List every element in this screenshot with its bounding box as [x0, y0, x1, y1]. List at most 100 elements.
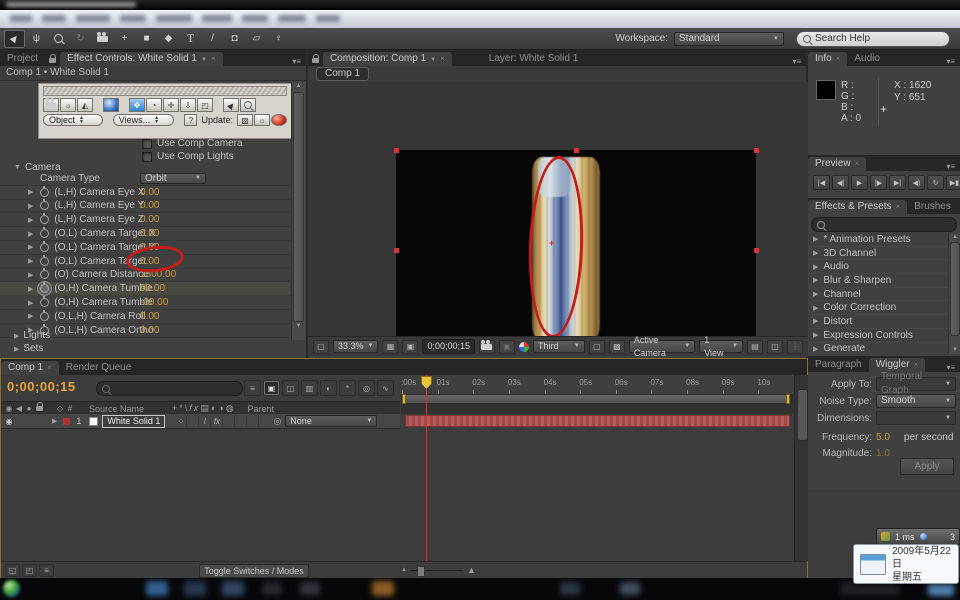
layer-visibility-icon[interactable]: ◉ [4, 417, 14, 426]
effects-category-row[interactable]: ▶ Generate [808, 343, 948, 355]
source-name-column[interactable]: Source Name [89, 404, 144, 414]
tab-effect-controls[interactable]: Effect Controls: White Solid 1▼× [60, 52, 223, 66]
render-sphere-button[interactable] [271, 114, 287, 126]
camera-preset-2-button[interactable]: ☼ [60, 98, 76, 112]
previous-frame-button[interactable]: ◀| [832, 175, 849, 190]
scroll-down-icon[interactable]: ▼ [292, 323, 305, 329]
effects-search-box[interactable] [811, 217, 957, 232]
twirl-right-icon[interactable]: ▶ [28, 243, 33, 251]
close-icon[interactable]: × [836, 54, 841, 63]
brainstorm-icon[interactable]: * [339, 380, 356, 396]
frame-mode-button[interactable]: ◰ [197, 98, 213, 112]
noise-type-dropdown[interactable]: Smooth▼ [876, 394, 956, 408]
snapshot-icon[interactable] [479, 340, 495, 354]
expand-render-icon[interactable]: ◰ [22, 564, 37, 577]
active-camera-dropdown[interactable]: Active Camera▼ [629, 340, 695, 353]
tab-effects-presets[interactable]: Effects & Presets× [808, 200, 907, 214]
effects-scrollbar[interactable]: ▲ ▼ [948, 233, 960, 354]
first-frame-button[interactable]: |◀ [813, 175, 830, 190]
close-icon[interactable]: × [211, 54, 216, 63]
tab-composition[interactable]: Composition: Comp 1▼× [323, 52, 452, 66]
scroll-up-icon[interactable]: ▲ [949, 234, 960, 240]
effects-category-row[interactable]: ▶ Distort [808, 315, 948, 329]
stopwatch-icon[interactable] [40, 229, 49, 238]
stopwatch-icon[interactable] [40, 298, 49, 307]
twirl-right-icon[interactable]: ▶ [14, 345, 19, 353]
dimensions-dropdown[interactable]: ▼ [876, 411, 956, 425]
next-frame-button[interactable]: |▶ [870, 175, 887, 190]
twirl-right-icon[interactable]: ▶ [813, 345, 818, 353]
twirl-right-icon[interactable]: ▶ [813, 263, 818, 271]
rotate-tool-button[interactable]: ↻ [70, 30, 91, 48]
work-area-bar[interactable] [401, 394, 793, 404]
apply-button[interactable]: Apply [900, 458, 954, 475]
region-of-interest-icon[interactable]: ▣ [402, 340, 418, 354]
stopwatch-icon[interactable] [40, 243, 49, 252]
parent-pickwhip-icon[interactable]: ◎ [273, 416, 281, 427]
twirl-right-icon[interactable]: ▶ [813, 331, 818, 339]
tab-layer[interactable]: Layer: White Solid 1 [482, 52, 586, 66]
camera-tool-button[interactable] [92, 30, 113, 48]
layer-duration-bar[interactable] [405, 415, 790, 427]
twirl-right-icon[interactable]: ▶ [813, 276, 818, 284]
clone-stamp-tool-button[interactable]: ◘ [224, 30, 245, 48]
stopwatch-icon[interactable] [40, 284, 49, 293]
zoom-in-mountain-icon[interactable]: ▲ [467, 565, 476, 575]
select-arrow-button[interactable]: ▶ [223, 98, 239, 112]
twirl-down-icon[interactable]: ▼ [14, 164, 21, 171]
play-button[interactable]: ▶ [851, 175, 868, 190]
effects-category-row[interactable]: ▶ 3D Channel [808, 247, 948, 261]
object-popup[interactable]: Object▲▼ [43, 114, 103, 126]
twirl-right-icon[interactable]: ▶ [813, 235, 818, 243]
tab-render-queue[interactable]: Render Queue [59, 361, 139, 375]
selection-handle[interactable] [754, 248, 759, 253]
lock-icon[interactable] [49, 58, 56, 63]
toggle-switches-modes-button[interactable]: Toggle Switches / Modes [199, 564, 309, 578]
world-view-button[interactable] [103, 98, 119, 112]
audio-button[interactable]: ◀) [908, 175, 925, 190]
stopwatch-icon[interactable] [40, 312, 49, 321]
panel-menu-icon[interactable]: ▾≡ [941, 162, 960, 171]
tab-paragraph[interactable]: Paragraph [808, 358, 869, 372]
tab-preview[interactable]: Preview× [808, 157, 866, 171]
selection-tool-button[interactable]: ▶ [4, 30, 25, 48]
tab-info[interactable]: Info× [808, 52, 847, 66]
frequency-value[interactable]: 5.0 [876, 432, 890, 443]
apply-to-dropdown[interactable]: Temporal Graph▼ [876, 377, 956, 391]
twirl-right-icon[interactable]: ▶ [28, 230, 33, 238]
timeline-button-icon[interactable]: ⋮ [787, 340, 803, 354]
composition-viewer[interactable]: + [308, 82, 808, 336]
parent-dropdown[interactable]: None▼ [285, 415, 377, 427]
composition-frame[interactable]: + [396, 150, 756, 336]
work-area-start-handle[interactable] [402, 394, 406, 404]
graph-editor-icon[interactable]: ∿ [377, 380, 394, 396]
twirl-right-icon[interactable]: ▶ [813, 249, 818, 257]
expand-in-point-icon[interactable]: ◱ [5, 564, 20, 577]
twirl-right-icon[interactable]: ▶ [28, 257, 33, 265]
safe-margins-icon[interactable]: ▦ [382, 340, 398, 354]
twirl-right-icon[interactable]: ▶ [28, 299, 33, 307]
scroll-down-icon[interactable]: ▼ [949, 347, 960, 353]
comp-flowchart-icon[interactable]: ≡ [244, 380, 261, 396]
loop-button[interactable]: ↻ [927, 175, 944, 190]
effects-category-row[interactable]: ▶ Audio [808, 260, 948, 274]
twirl-right-icon[interactable]: ▶ [813, 317, 818, 325]
tab-timeline-comp[interactable]: Comp 1× [1, 361, 59, 375]
comp-timecode[interactable]: 0;00;00;15 [422, 339, 475, 354]
layer-name[interactable]: White Solid 1 [102, 415, 165, 428]
selection-handle[interactable] [754, 148, 759, 153]
lights-group-row[interactable]: ▶ Lights [14, 330, 50, 341]
parent-column[interactable]: Parent [248, 404, 275, 414]
quality-switch[interactable]: / [199, 416, 211, 427]
effect-controls-scrollbar[interactable]: ▲ ▼ [291, 82, 305, 340]
update-settings-button[interactable]: ☼ [254, 114, 270, 126]
layer-row[interactable]: ◉ ▶ 1 White Solid 1 ⁘ / fx ◎ None▼ [1, 414, 400, 429]
tab-project[interactable]: Project [0, 52, 45, 66]
close-icon[interactable]: × [896, 202, 901, 211]
hand-tool-button[interactable]: ψ [26, 30, 47, 48]
camera-preset-3-button[interactable]: ◭ [77, 98, 93, 112]
effects-switch[interactable]: fx [211, 416, 223, 427]
twirl-right-icon[interactable]: ▶ [28, 285, 33, 293]
selection-handle[interactable] [394, 248, 399, 253]
panel-menu-icon[interactable]: ▾≡ [787, 57, 806, 66]
